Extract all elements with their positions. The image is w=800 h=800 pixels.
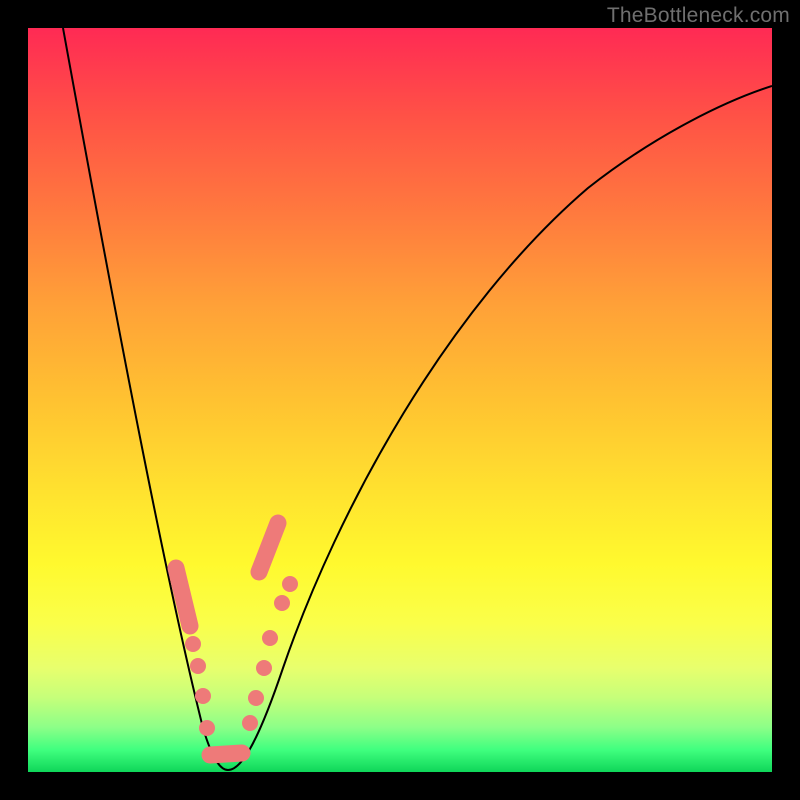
marker-dot — [256, 660, 272, 676]
marker-dot — [248, 690, 264, 706]
watermark-text: TheBottleneck.com — [607, 4, 790, 28]
bottleneck-curve — [63, 28, 772, 770]
marker-pill — [210, 753, 242, 755]
marker-dot — [190, 658, 206, 674]
marker-dot — [242, 715, 258, 731]
marker-layer — [176, 523, 298, 755]
marker-dot — [199, 720, 215, 736]
marker-dot — [185, 636, 201, 652]
marker-dot — [274, 595, 290, 611]
marker-dot — [262, 630, 278, 646]
chart-plot-area — [28, 28, 772, 772]
marker-dot — [282, 576, 298, 592]
marker-dot — [195, 688, 211, 704]
chart-svg — [28, 28, 772, 772]
marker-pill — [259, 523, 278, 572]
